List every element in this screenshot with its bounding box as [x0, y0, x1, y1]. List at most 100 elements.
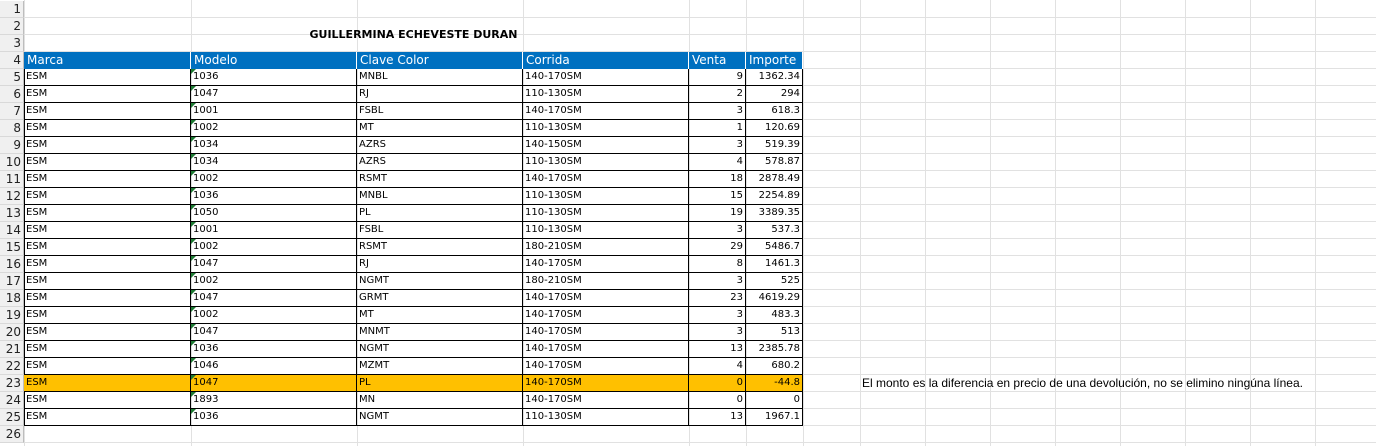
table-cell[interactable]: 110-130SM — [523, 188, 689, 204]
table-cell[interactable]: 513 — [746, 324, 803, 340]
table-cell[interactable]: 1034 — [191, 154, 357, 170]
table-cell[interactable]: 4 — [689, 358, 746, 374]
column-header[interactable]: Marca — [24, 52, 191, 69]
table-cell[interactable]: 5486.7 — [746, 239, 803, 255]
table-cell[interactable]: ESM — [24, 290, 191, 306]
row-header[interactable]: 11 — [0, 171, 24, 188]
table-cell[interactable]: MNBL — [357, 69, 523, 85]
table-cell[interactable]: PL — [357, 205, 523, 221]
table-cell[interactable]: 1893 — [191, 392, 357, 408]
table-cell[interactable]: 19 — [689, 205, 746, 221]
table-cell[interactable]: 13 — [689, 409, 746, 425]
row-header[interactable]: 25 — [0, 409, 24, 426]
table-cell[interactable]: 140-170SM — [523, 375, 689, 391]
row-header[interactable]: 24 — [0, 392, 24, 409]
note-cell[interactable]: El monto es la diferencia en precio de u… — [862, 375, 1303, 392]
table-cell[interactable]: ESM — [24, 358, 191, 374]
table-cell[interactable]: NGMT — [357, 273, 523, 289]
table-cell[interactable]: 519.39 — [746, 137, 803, 153]
table-cell[interactable]: ESM — [24, 205, 191, 221]
row-header[interactable]: 6 — [0, 86, 24, 103]
table-cell[interactable]: MZMT — [357, 358, 523, 374]
table-cell[interactable]: 13 — [689, 341, 746, 357]
table-cell[interactable]: 180-210SM — [523, 239, 689, 255]
table-cell[interactable]: 618.3 — [746, 103, 803, 119]
table-cell[interactable]: RSMT — [357, 171, 523, 187]
table-cell[interactable]: 180-210SM — [523, 273, 689, 289]
table-cell[interactable]: FSBL — [357, 103, 523, 119]
table-cell[interactable]: FSBL — [357, 222, 523, 238]
table-cell[interactable]: PL — [357, 375, 523, 391]
row-header[interactable]: 22 — [0, 358, 24, 375]
table-cell[interactable]: 1034 — [191, 137, 357, 153]
table-cell[interactable]: ESM — [24, 324, 191, 340]
column-header[interactable]: Corrida — [523, 52, 689, 69]
row-header[interactable]: 21 — [0, 341, 24, 358]
table-cell[interactable]: MNBL — [357, 188, 523, 204]
table-cell[interactable]: 1967.1 — [746, 409, 803, 425]
table-cell[interactable]: 140-170SM — [523, 256, 689, 272]
table-cell[interactable]: MN — [357, 392, 523, 408]
table-cell[interactable]: 140-170SM — [523, 358, 689, 374]
table-cell[interactable]: 1362.34 — [746, 69, 803, 85]
table-cell[interactable]: RSMT — [357, 239, 523, 255]
table-cell[interactable]: 2 — [689, 86, 746, 102]
row-header[interactable]: 20 — [0, 324, 24, 341]
table-cell[interactable]: 578.87 — [746, 154, 803, 170]
row-header[interactable]: 5 — [0, 69, 24, 86]
table-cell[interactable]: 110-130SM — [523, 86, 689, 102]
column-header[interactable]: Clave Color — [357, 52, 523, 69]
table-cell[interactable]: 140-150SM — [523, 137, 689, 153]
table-cell[interactable]: 140-170SM — [523, 341, 689, 357]
table-cell[interactable]: 1036 — [191, 69, 357, 85]
table-cell[interactable]: ESM — [24, 375, 191, 391]
table-cell[interactable]: 1046 — [191, 358, 357, 374]
table-cell[interactable]: 2385.78 — [746, 341, 803, 357]
table-cell[interactable]: 483.3 — [746, 307, 803, 323]
table-cell[interactable]: ESM — [24, 103, 191, 119]
table-cell[interactable]: 8 — [689, 256, 746, 272]
row-header[interactable]: 15 — [0, 239, 24, 256]
table-cell[interactable]: 110-130SM — [523, 409, 689, 425]
table-cell[interactable]: AZRS — [357, 154, 523, 170]
table-cell[interactable]: 3 — [689, 137, 746, 153]
table-cell[interactable]: ESM — [24, 392, 191, 408]
table-cell[interactable]: 1047 — [191, 324, 357, 340]
table-cell[interactable]: 29 — [689, 239, 746, 255]
table-cell[interactable]: ESM — [24, 239, 191, 255]
row-header[interactable]: 10 — [0, 154, 24, 171]
table-cell[interactable]: 120.69 — [746, 120, 803, 136]
table-cell[interactable]: 140-170SM — [523, 290, 689, 306]
table-cell[interactable]: 537.3 — [746, 222, 803, 238]
table-cell[interactable]: RJ — [357, 86, 523, 102]
table-cell[interactable]: ESM — [24, 307, 191, 323]
row-header[interactable]: 14 — [0, 222, 24, 239]
table-cell[interactable]: 140-170SM — [523, 69, 689, 85]
table-cell[interactable]: 1047 — [191, 375, 357, 391]
table-cell[interactable]: 110-130SM — [523, 205, 689, 221]
table-cell[interactable]: GRMT — [357, 290, 523, 306]
row-header[interactable]: 9 — [0, 137, 24, 154]
table-cell[interactable]: ESM — [24, 171, 191, 187]
table-cell[interactable]: 1036 — [191, 409, 357, 425]
row-header[interactable]: 16 — [0, 256, 24, 273]
table-cell[interactable]: 110-130SM — [523, 222, 689, 238]
table-cell[interactable]: 18 — [689, 171, 746, 187]
table-cell[interactable]: 3 — [689, 103, 746, 119]
table-cell[interactable]: 23 — [689, 290, 746, 306]
row-header[interactable]: 26 — [0, 426, 24, 443]
table-cell[interactable]: 3 — [689, 324, 746, 340]
table-cell[interactable]: 1 — [689, 120, 746, 136]
table-cell[interactable]: 1002 — [191, 307, 357, 323]
table-cell[interactable]: 294 — [746, 86, 803, 102]
row-header[interactable]: 1 — [0, 1, 24, 18]
row-header[interactable]: 12 — [0, 188, 24, 205]
row-header[interactable]: 23 — [0, 375, 24, 392]
table-cell[interactable]: MNMT — [357, 324, 523, 340]
table-cell[interactable]: AZRS — [357, 137, 523, 153]
table-cell[interactable]: 110-130SM — [523, 120, 689, 136]
row-header[interactable]: 17 — [0, 273, 24, 290]
column-header[interactable]: Importe — [746, 52, 803, 69]
table-cell[interactable]: 9 — [689, 69, 746, 85]
table-cell[interactable]: 15 — [689, 188, 746, 204]
